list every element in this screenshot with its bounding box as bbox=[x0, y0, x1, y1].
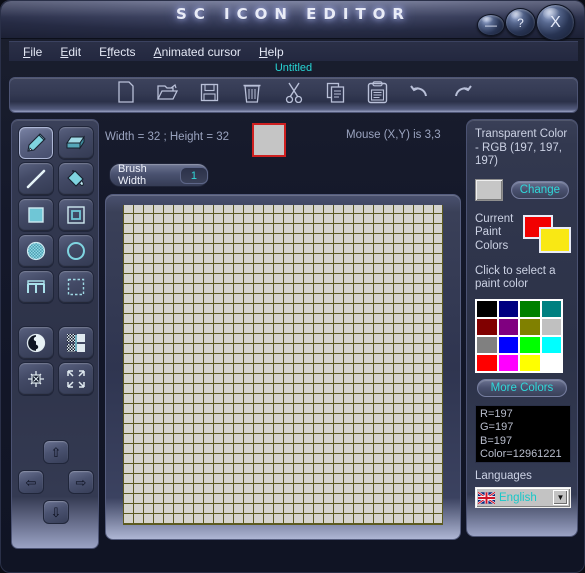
palette-swatch[interactable] bbox=[477, 336, 497, 353]
selected-language-label: English bbox=[499, 491, 537, 504]
tool-rectangle-outline[interactable] bbox=[58, 198, 94, 232]
palette-swatch[interactable] bbox=[498, 336, 518, 353]
tool-filled-rectangle[interactable] bbox=[18, 198, 54, 232]
change-transparent-color-button[interactable]: Change bbox=[510, 180, 569, 199]
palette-swatch[interactable] bbox=[520, 318, 540, 335]
redo-icon[interactable] bbox=[450, 80, 474, 104]
brush-width-control[interactable]: Brush Width 1 bbox=[109, 163, 209, 187]
copy-icon[interactable] bbox=[324, 80, 348, 104]
nudge-right-button[interactable]: ⇨ bbox=[68, 470, 94, 494]
uk-flag-icon bbox=[478, 491, 495, 504]
menu-item-file[interactable]: File bbox=[23, 45, 42, 59]
palette-swatch[interactable] bbox=[498, 318, 518, 335]
palette-swatch[interactable] bbox=[541, 354, 561, 371]
menu-bar: File Edit Effects Animated cursor Help bbox=[9, 41, 578, 61]
secondary-paint-color-swatch[interactable] bbox=[539, 226, 572, 253]
languages-label: Languages bbox=[475, 469, 532, 482]
more-colors-button[interactable]: More Colors bbox=[477, 378, 567, 397]
palette-swatch[interactable] bbox=[498, 354, 518, 371]
canvas-panel bbox=[105, 194, 461, 540]
color-panel: Transparent Color - RGB (197, 197, 197) … bbox=[466, 119, 578, 537]
mouse-position-label: Mouse (X,Y) is 3,3 bbox=[346, 129, 441, 141]
icon-preview-swatch bbox=[252, 123, 286, 157]
tool-stretch[interactable] bbox=[58, 362, 94, 396]
transparent-color-label: Transparent Color - RGB (197, 197, 197) bbox=[475, 128, 568, 167]
palette-swatch[interactable] bbox=[477, 354, 497, 371]
cut-icon[interactable] bbox=[282, 80, 306, 104]
chevron-down-icon[interactable]: ▼ bbox=[553, 490, 568, 505]
tool-select-region[interactable] bbox=[58, 270, 94, 304]
tool-filled-circle[interactable] bbox=[18, 234, 54, 268]
transparent-color-row: Change bbox=[475, 178, 569, 201]
canvas-dimensions-label: Width = 32 ; Height = 32 bbox=[105, 131, 230, 143]
palette-swatch[interactable] bbox=[541, 318, 561, 335]
palette-swatch[interactable] bbox=[541, 336, 561, 353]
rgb-color-value: Color=12961221 bbox=[480, 448, 562, 460]
current-paint-colors-row: Current Paint Colors bbox=[475, 212, 572, 255]
rgb-r-value: R=197 bbox=[480, 407, 513, 420]
brush-width-value[interactable]: 1 bbox=[179, 166, 208, 184]
tool-line[interactable] bbox=[18, 162, 54, 196]
color-palette-grid bbox=[475, 298, 563, 373]
rgb-b-value: B=197 bbox=[480, 434, 513, 447]
open-file-icon[interactable] bbox=[156, 80, 180, 104]
tool-circle-outline[interactable] bbox=[58, 234, 94, 268]
palette-swatch[interactable] bbox=[498, 300, 518, 317]
palette-swatch[interactable] bbox=[520, 336, 540, 353]
paste-icon[interactable] bbox=[366, 80, 390, 104]
palette-swatch[interactable] bbox=[477, 300, 497, 317]
minimize-button[interactable]: — bbox=[477, 14, 505, 36]
palette-swatch[interactable] bbox=[520, 300, 540, 317]
tool-group-separator bbox=[18, 306, 94, 324]
nudge-left-button[interactable]: ⇦ bbox=[18, 470, 44, 494]
palette-swatch[interactable] bbox=[541, 300, 561, 317]
tool-eraser[interactable] bbox=[58, 126, 94, 160]
tool-panel: ⇧ ⇦ ⇨ ⇩ bbox=[11, 119, 99, 549]
pixel-grid-canvas[interactable] bbox=[123, 205, 443, 525]
new-file-icon[interactable] bbox=[114, 80, 138, 104]
nudge-arrow-pad: ⇧ ⇦ ⇨ ⇩ bbox=[18, 438, 94, 534]
menu-item-help[interactable]: Help bbox=[259, 45, 284, 59]
tool-transparency[interactable] bbox=[58, 326, 94, 360]
delete-icon[interactable] bbox=[240, 80, 264, 104]
tool-paint-bucket[interactable] bbox=[58, 162, 94, 196]
palette-hint-label: Click to select a paint color bbox=[475, 264, 556, 291]
tool-shrink[interactable] bbox=[18, 362, 54, 396]
help-button[interactable]: ? bbox=[505, 8, 536, 37]
save-file-icon[interactable] bbox=[198, 80, 222, 104]
menu-item-animated-cursor[interactable]: Animated cursor bbox=[154, 45, 241, 59]
title-bar: SC ICON EDITOR — ? X bbox=[1, 1, 584, 41]
application-window: SC ICON EDITOR — ? X File Edit Effects A… bbox=[0, 0, 585, 573]
paint-color-swatches bbox=[521, 213, 572, 255]
palette-swatch[interactable] bbox=[520, 354, 540, 371]
main-toolbar bbox=[9, 77, 578, 113]
close-button[interactable]: X bbox=[536, 4, 575, 41]
language-select[interactable]: English ▼ bbox=[475, 487, 571, 508]
nudge-up-button[interactable]: ⇧ bbox=[43, 440, 69, 464]
menu-item-edit[interactable]: Edit bbox=[60, 45, 81, 59]
current-paint-colors-label: Current Paint Colors bbox=[475, 212, 514, 252]
tool-invert-colors[interactable] bbox=[18, 326, 54, 360]
undo-icon[interactable] bbox=[408, 80, 432, 104]
rgb-g-value: G=197 bbox=[480, 421, 514, 433]
transparent-color-swatch bbox=[475, 178, 503, 201]
rgb-info-box: R=197 G=197 B=197 Color=12961221 bbox=[475, 404, 571, 463]
menu-item-effects[interactable]: Effects bbox=[99, 45, 135, 59]
palette-swatch[interactable] bbox=[477, 318, 497, 335]
tool-text[interactable] bbox=[18, 270, 54, 304]
nudge-down-button[interactable]: ⇩ bbox=[43, 500, 69, 524]
brush-width-label: Brush Width bbox=[118, 163, 147, 187]
document-name: Untitled bbox=[274, 62, 313, 74]
tool-pencil[interactable] bbox=[18, 126, 54, 160]
